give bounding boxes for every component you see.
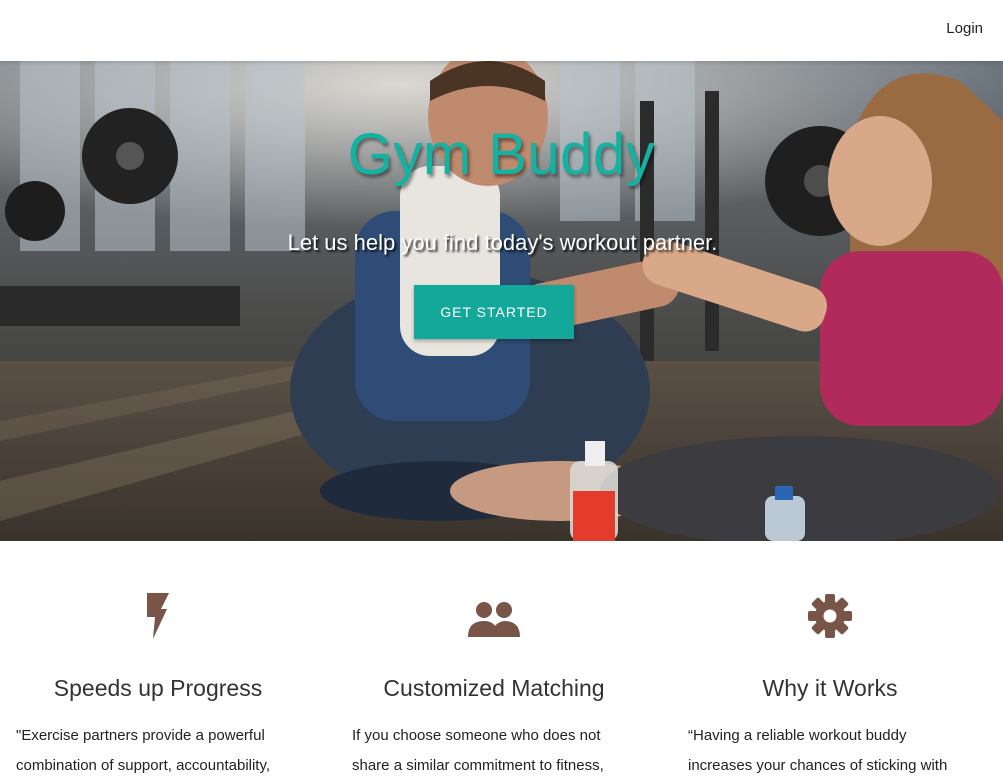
lightning-bolt-icon [8, 593, 308, 643]
hero-subtitle: Let us help you find today's workout par… [287, 230, 718, 255]
hero-section: Gym Buddy Let us help you find today's w… [0, 61, 1003, 541]
feature-title: Customized Matching [383, 675, 605, 701]
feature-text: If you choose someone who does not share… [352, 727, 604, 774]
feature-title: Why it Works [762, 675, 898, 701]
features-section: Speeds up Progress "Exercise partners pr… [0, 541, 1003, 779]
gear-icon [680, 593, 980, 643]
feature-text: "Exercise partners provide a powerful co… [16, 727, 271, 774]
feature-text: “Having a reliable workout buddy increas… [688, 727, 948, 774]
login-link[interactable]: Login [946, 20, 983, 37]
get-started-button[interactable]: GET STARTED [414, 285, 574, 339]
people-icon [344, 593, 644, 643]
top-navbar: Login [0, 0, 1003, 61]
hero-title: Gym Buddy [347, 122, 656, 187]
feature-title: Speeds up Progress [53, 675, 263, 701]
